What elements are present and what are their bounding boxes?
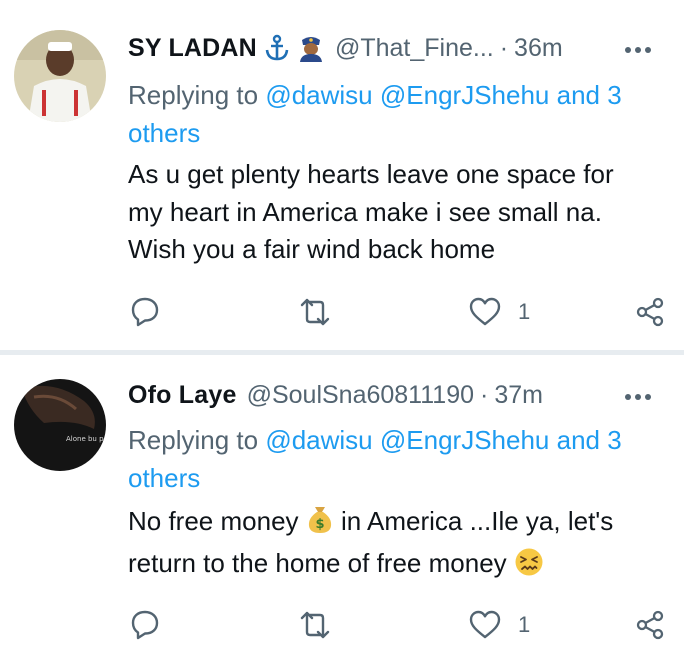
separator-dot: · bbox=[499, 33, 509, 62]
action-bar: 1 bbox=[128, 292, 684, 332]
svg-text:$: $ bbox=[315, 517, 324, 532]
mention-link[interactable]: @dawisu bbox=[265, 80, 372, 110]
reply-icon bbox=[128, 608, 162, 642]
replying-to-line: Replying to @dawisu @EngrJShehu and 3 ot… bbox=[128, 76, 658, 152]
police-officer-icon bbox=[297, 34, 325, 62]
separator-dot: · bbox=[480, 380, 489, 409]
action-bar: 1 bbox=[128, 605, 684, 645]
tweet-text-segment: in America ...Ile ya, let's bbox=[333, 506, 614, 536]
reply-button[interactable] bbox=[128, 605, 162, 645]
display-name[interactable]: Ofo Laye bbox=[128, 381, 237, 410]
heart-icon bbox=[468, 609, 502, 641]
retweet-button[interactable] bbox=[296, 292, 334, 332]
tweet-text-line: Wish you a fair wind back home bbox=[128, 234, 496, 264]
replying-to-label: Replying to bbox=[128, 425, 259, 455]
replying-to-line: Replying to @dawisu @EngrJShehu and 3 ot… bbox=[128, 421, 658, 497]
like-button[interactable]: 1 bbox=[468, 292, 530, 332]
tweet-text-segment: return to the home of free money bbox=[128, 547, 514, 578]
replying-to-label: Replying to bbox=[128, 80, 259, 110]
tweet-text: As u get plenty hearts leave one space f… bbox=[128, 156, 673, 269]
share-button[interactable] bbox=[634, 292, 666, 332]
retweet-icon bbox=[296, 608, 334, 642]
tweet[interactable]: Alone bu powerfu Ofo Laye @SoulSna608111… bbox=[0, 355, 684, 660]
anchor-icon bbox=[263, 34, 291, 62]
mention-link[interactable]: @EngrJShehu bbox=[380, 425, 550, 455]
user-handle[interactable]: @SoulSna60811190 bbox=[247, 381, 474, 410]
reply-icon bbox=[128, 295, 162, 329]
retweet-button[interactable] bbox=[296, 605, 334, 645]
retweet-icon bbox=[296, 295, 334, 329]
tweet-text-line: return to the home of free money bbox=[128, 545, 673, 588]
heart-icon bbox=[468, 296, 502, 328]
share-button[interactable] bbox=[634, 605, 666, 645]
like-button[interactable]: 1 bbox=[468, 605, 530, 645]
share-icon bbox=[634, 296, 666, 328]
tweet-header: Ofo Laye @SoulSna60811190 · 37m bbox=[128, 377, 670, 413]
confounded-face-icon bbox=[514, 547, 544, 588]
tweet[interactable]: SY LADAN @That_Fine... · 36m Replying to… bbox=[0, 0, 684, 352]
share-icon bbox=[634, 609, 666, 641]
mention-link[interactable]: @EngrJShehu bbox=[380, 80, 550, 110]
user-handle[interactable]: @That_Fine... bbox=[335, 34, 494, 63]
avatar[interactable]: Alone bu powerfu bbox=[14, 379, 106, 471]
avatar-caption: Alone bu powerfu bbox=[66, 435, 106, 443]
like-count: 1 bbox=[518, 299, 531, 324]
more-options-icon[interactable] bbox=[622, 385, 654, 405]
tweet-text: No free money $ in America ...Ile ya, le… bbox=[128, 503, 673, 587]
mention-link[interactable]: @dawisu bbox=[265, 425, 372, 455]
tweet-header: SY LADAN @That_Fine... · 36m bbox=[128, 30, 670, 66]
more-options-icon[interactable] bbox=[622, 38, 654, 58]
tweet-text-line: my heart in America make i see small na. bbox=[128, 196, 602, 227]
tweet-text-line: No free money $ in America ...Ile ya, le… bbox=[128, 503, 673, 545]
display-name[interactable]: SY LADAN bbox=[128, 34, 257, 63]
reply-button[interactable] bbox=[128, 292, 162, 332]
avatar[interactable] bbox=[14, 30, 106, 122]
money-bag-icon: $ bbox=[306, 504, 334, 545]
timestamp[interactable]: 36m bbox=[514, 34, 563, 63]
like-count: 1 bbox=[518, 612, 531, 637]
timestamp[interactable]: 37m bbox=[494, 381, 543, 410]
tweet-text-segment: No free money bbox=[128, 506, 306, 536]
tweet-text-line: As u get plenty hearts leave one space f… bbox=[128, 159, 614, 189]
